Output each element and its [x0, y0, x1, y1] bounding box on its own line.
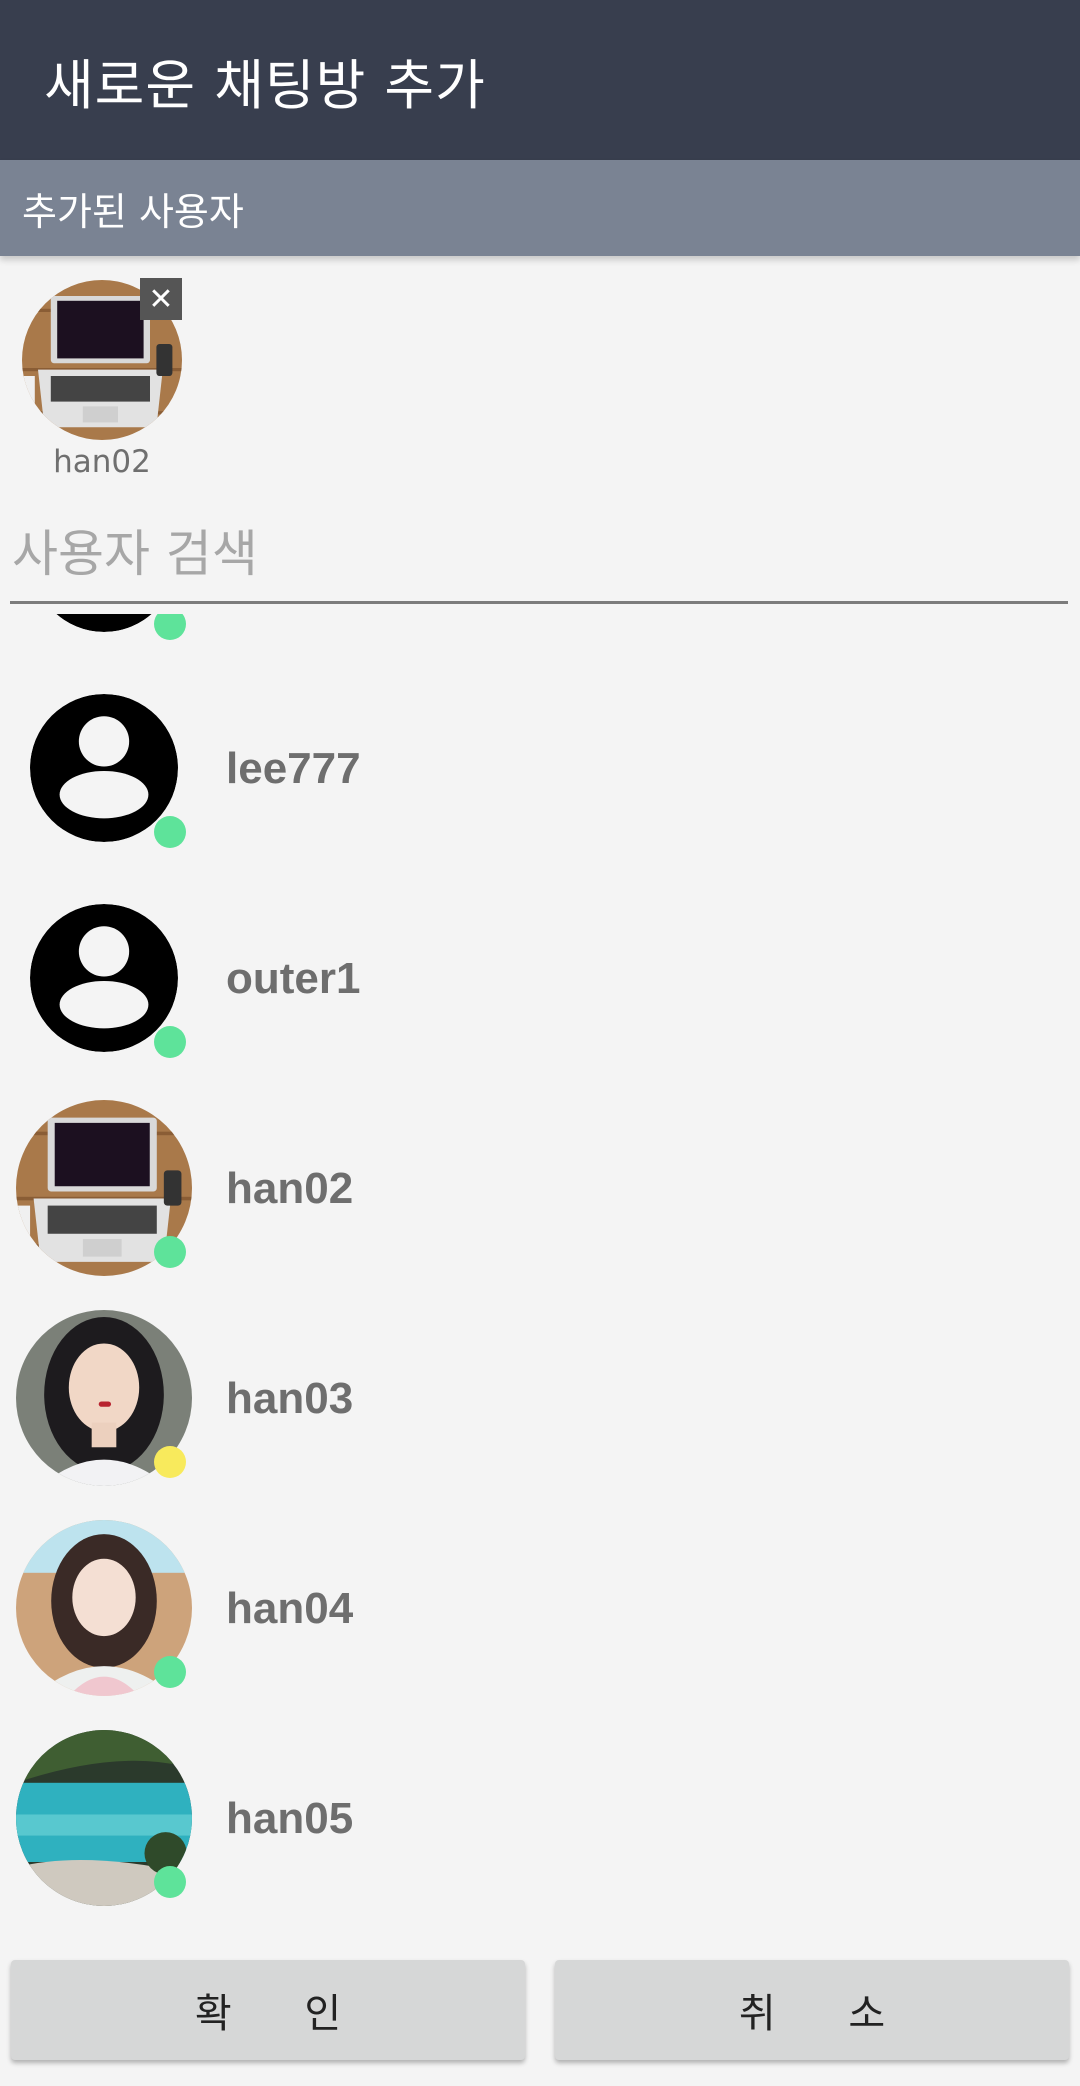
- status-dot: [154, 614, 186, 640]
- list-item[interactable]: lee777: [0, 680, 1080, 890]
- app-bar: 새로운 채팅방 추가: [0, 0, 1080, 160]
- list-item[interactable]: han04: [0, 1520, 1080, 1730]
- status-dot: [154, 1866, 186, 1898]
- cancel-button[interactable]: 취 소: [555, 1960, 1069, 2060]
- avatar: [16, 1100, 192, 1276]
- user-name: han02: [226, 1164, 354, 1213]
- user-list[interactable]: lee777 outer1 han02 han03 han04 han05: [0, 614, 1080, 1948]
- user-name: han03: [226, 1374, 354, 1423]
- avatar: [16, 1520, 192, 1696]
- user-name: lee777: [226, 744, 361, 793]
- page-title: 새로운 채팅방 추가: [44, 53, 486, 117]
- list-item[interactable]: outer1: [0, 890, 1080, 1100]
- close-icon[interactable]: ✕: [140, 278, 182, 320]
- status-dot: [154, 1026, 186, 1058]
- list-item[interactable]: han03: [0, 1310, 1080, 1520]
- user-name: outer1: [226, 954, 361, 1003]
- avatar: [16, 1310, 192, 1486]
- status-dot: [154, 1656, 186, 1688]
- avatar: [16, 890, 192, 1066]
- status-dot: [154, 816, 186, 848]
- list-item[interactable]: [0, 614, 1080, 682]
- search-input[interactable]: [10, 506, 1068, 604]
- user-name: han05: [226, 1794, 354, 1843]
- avatar: [16, 680, 192, 856]
- status-dot: [154, 1236, 186, 1268]
- selected-users-title: 추가된 사용자: [22, 189, 244, 234]
- avatar: [16, 1730, 192, 1906]
- avatar: [16, 614, 192, 648]
- selected-user-name: han02: [53, 444, 151, 480]
- list-item[interactable]: han02: [0, 1100, 1080, 1310]
- confirm-button[interactable]: 확 인: [11, 1960, 525, 2060]
- user-name: han04: [226, 1584, 354, 1633]
- status-dot: [154, 1446, 186, 1478]
- selected-users-header: 추가된 사용자: [0, 160, 1080, 256]
- list-item[interactable]: han05: [0, 1730, 1080, 1940]
